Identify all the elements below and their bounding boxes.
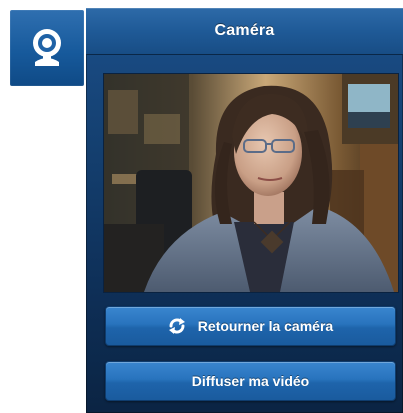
broadcast-video-button[interactable]: Diffuser ma vidéo (105, 361, 396, 401)
camera-preview-image (104, 74, 398, 292)
webcam-icon (33, 29, 61, 66)
flip-camera-button[interactable]: Retourner la caméra (105, 306, 396, 346)
panel-header: Caméra (86, 8, 403, 55)
flip-camera-label: Retourner la caméra (197, 318, 334, 334)
panel-title: Caméra (214, 22, 275, 39)
refresh-icon (168, 317, 186, 335)
camera-preview[interactable] (103, 73, 399, 293)
broadcast-video-label: Diffuser ma vidéo (191, 373, 310, 389)
camera-panel: Caméra Retourner la caméra Diffuser ma v… (86, 8, 403, 413)
app-icon[interactable] (10, 10, 84, 86)
